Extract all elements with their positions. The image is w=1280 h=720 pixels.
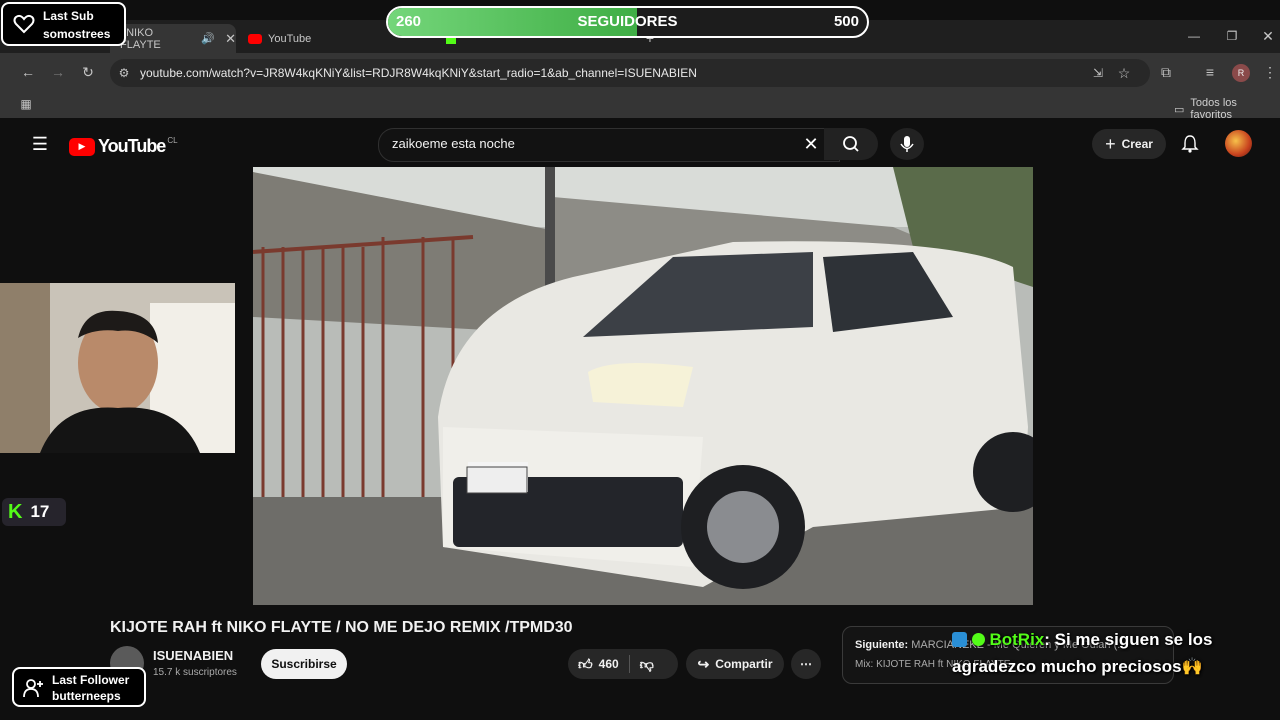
verified-badge-icon <box>971 633 985 646</box>
bookmarks-bar <box>0 91 1280 118</box>
more-actions-button[interactable]: ⋯ <box>791 649 821 679</box>
menu-kebab-icon[interactable]: ⋮ <box>1260 62 1280 82</box>
youtube-play-icon: ▶ <box>69 137 95 156</box>
clear-search-icon[interactable]: ✕ <box>801 134 821 154</box>
last-sub-name: somostrees <box>43 27 111 41</box>
kick-logo-icon: K <box>8 500 23 523</box>
webcam-image <box>0 283 235 453</box>
media-icon[interactable]: ≡ <box>1200 62 1220 82</box>
divider <box>628 655 630 673</box>
goal-label: SEGUIDORES <box>577 13 678 30</box>
follower-goal-bar: 260 SEGUIDORES 500 <box>386 6 869 38</box>
folder-icon: ▭ <box>1174 103 1185 116</box>
last-follower-title: Last Follower <box>52 673 130 687</box>
microphone-icon <box>900 136 914 152</box>
video-player[interactable] <box>253 167 1033 605</box>
create-label: Crear <box>1121 137 1153 151</box>
close-tab-icon[interactable]: ✕ <box>225 31 236 47</box>
tab-title: t NIKO FLAYTE <box>120 26 161 51</box>
viewer-count: 17 <box>30 502 50 521</box>
profile-avatar[interactable]: R <box>1232 64 1250 82</box>
reload-icon[interactable]: ↻ <box>78 62 98 82</box>
plus-icon: + <box>1105 133 1116 154</box>
dislike-icon[interactable]: 👎︎ <box>640 656 654 673</box>
webcam-feed <box>0 283 235 453</box>
create-button[interactable]: + Crear <box>1092 129 1166 159</box>
chat-username: BotRix <box>989 630 1045 649</box>
kick-viewer-count: K 17 <box>2 498 66 526</box>
more-horizontal-icon: ⋯ <box>800 657 812 671</box>
account-avatar[interactable] <box>1225 130 1252 157</box>
site-info-icon[interactable]: ⚙ <box>114 63 134 83</box>
search-input[interactable]: zaikoeme esta noche <box>392 136 515 151</box>
speaker-icon[interactable]: 🔊 <box>201 32 215 45</box>
extensions-icon[interactable]: ⧉ <box>1156 62 1176 82</box>
tab-niko-flayte[interactable]: t NIKO FLAYTE 🔊 ✕ <box>110 24 236 53</box>
like-count[interactable]: 460 <box>599 657 619 671</box>
install-icon[interactable]: ⇲ <box>1088 63 1108 83</box>
share-label: Compartir <box>715 657 773 671</box>
apps-grid-icon[interactable]: ▦ <box>16 94 36 114</box>
last-follower-widget: Last Follower butterneeps <box>12 667 146 707</box>
youtube-favicon-icon <box>248 33 262 44</box>
url-text[interactable]: youtube.com/watch?v=JR8W4kqKNiY&list=RDJ… <box>140 66 697 80</box>
youtube-logo[interactable]: ▶ YouTube CL <box>69 136 178 157</box>
channel-name[interactable]: ISUENABIEN <box>153 648 233 663</box>
chat-message: BotRix: Si me siguen se los agradezco mu… <box>952 626 1272 680</box>
close-window-icon[interactable]: ✕ <box>1258 26 1278 46</box>
search-button[interactable] <box>824 128 878 160</box>
share-button[interactable]: ↪ Compartir <box>686 649 784 679</box>
share-icon: ↪ <box>697 655 710 672</box>
goal-target: 500 <box>833 13 859 30</box>
last-sub-title: Last Sub <box>43 9 94 23</box>
heart-icon <box>13 14 35 34</box>
search-icon <box>843 136 859 152</box>
add-user-icon <box>23 679 43 698</box>
tab-title: YouTube <box>268 32 312 45</box>
subscriber-count: 15.7 k suscriptores <box>153 667 237 678</box>
botrix-badge-icon <box>952 632 967 647</box>
last-sub-widget: Last Sub somostrees <box>1 2 126 46</box>
video-frame <box>253 167 1033 605</box>
all-bookmarks[interactable]: ▭ Todos los favoritos <box>1174 97 1280 121</box>
bookmarks-label: Todos los favoritos <box>1190 97 1237 121</box>
forward-icon[interactable]: → <box>48 62 68 82</box>
subscribe-button[interactable]: Suscribirse <box>261 649 347 679</box>
tab-youtube[interactable]: YouTube <box>240 24 410 53</box>
bookmark-star-icon[interactable]: ☆ <box>1114 63 1134 83</box>
youtube-wordmark: YouTube <box>98 136 166 156</box>
like-icon[interactable]: 👍︎ <box>578 656 593 673</box>
last-follower-name: butterneeps <box>52 689 121 703</box>
country-code: CL <box>167 136 178 145</box>
minimize-icon[interactable]: — <box>1184 26 1204 46</box>
notifications-icon[interactable] <box>1180 134 1200 159</box>
like-dislike-group: 👍︎ 460 👎︎ <box>568 649 678 679</box>
hamburger-menu-icon[interactable]: ☰ <box>30 134 50 154</box>
video-title: KIJOTE RAH ft NIKO FLAYTE / NO ME DEJO R… <box>110 619 573 636</box>
voice-search-button[interactable] <box>890 128 924 160</box>
back-icon[interactable]: ← <box>18 62 38 82</box>
restore-icon[interactable]: ❐ <box>1222 26 1242 46</box>
next-label: Siguiente: <box>855 639 909 651</box>
